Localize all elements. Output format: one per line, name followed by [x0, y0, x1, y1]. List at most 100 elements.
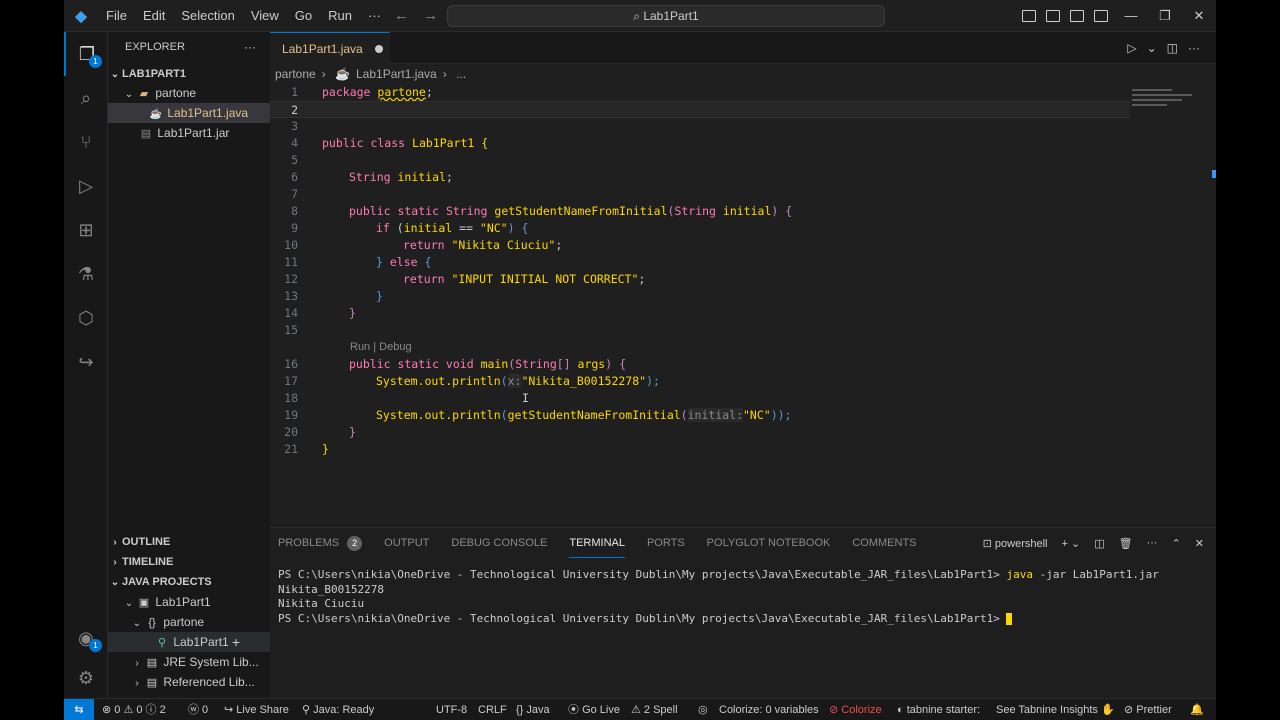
referenced-libraries[interactable]: › ▤ Referenced Lib...	[108, 672, 270, 692]
status-colorize[interactable]: ⊘ Colorize	[829, 699, 882, 720]
status-encoding[interactable]: UTF-8	[436, 699, 467, 720]
tab-terminal[interactable]: TERMINAL	[569, 528, 625, 558]
status-prettier[interactable]: ⊘ Prettier	[1124, 699, 1172, 720]
status-ports[interactable]: ⓦ 0	[188, 699, 208, 720]
tab-debug-console[interactable]: DEBUG CONSOLE	[451, 528, 547, 558]
kill-terminal-trash-icon[interactable]: 🗑	[1119, 537, 1133, 550]
maximize-panel-icon[interactable]: ⌃	[1172, 537, 1181, 550]
minimap[interactable]	[1132, 86, 1204, 114]
status-java[interactable]: ⚲ Java: Ready	[302, 699, 374, 720]
code-editor[interactable]: 1 package partone; 2 3 4 public class Lab1…	[270, 84, 1216, 524]
split-editor-icon[interactable]: ◫	[1167, 32, 1178, 64]
java-status-icon: ⚲	[302, 704, 314, 716]
settings-gear-icon[interactable]: ⚙	[64, 656, 108, 700]
code-token: (	[680, 408, 688, 422]
breadcrumb-folder[interactable]: partone	[275, 67, 316, 81]
menu-more[interactable]: ···	[360, 0, 389, 32]
terminal-output[interactable]: PS C:\Users\nikia\OneDrive - Technologic…	[278, 568, 1159, 626]
menu-run[interactable]: Run	[320, 0, 360, 32]
shell-label: powershell	[994, 537, 1048, 550]
source-control-icon[interactable]: ⑂	[64, 120, 108, 164]
menu-go[interactable]: Go	[287, 0, 320, 32]
outline-section[interactable]: › OUTLINE	[108, 532, 270, 552]
explorer-icon[interactable]: ❐ 1	[64, 32, 108, 76]
minimize-icon[interactable]: —	[1114, 0, 1148, 32]
colorize-label: Colorize	[841, 704, 882, 716]
codelens-run-debug[interactable]: Run | Debug	[350, 339, 412, 356]
accounts-icon[interactable]: ◉ 1	[64, 616, 108, 660]
status-tabnine[interactable]: ◐ tabnine starter:	[897, 699, 980, 720]
customize-layout-icon[interactable]	[1094, 10, 1108, 22]
run-icon[interactable]: ▷	[1127, 32, 1136, 64]
menu-file[interactable]: File	[98, 0, 135, 32]
menu-view[interactable]: View	[243, 0, 287, 32]
menu-edit[interactable]: Edit	[135, 0, 173, 32]
nav-arrows: ← →	[394, 0, 438, 32]
live-share-icon[interactable]: ↪	[64, 340, 108, 384]
jp-class[interactable]: ⚲ Lab1Part1 +	[108, 632, 270, 652]
remote-indicator-icon[interactable]: ⇆	[64, 699, 94, 720]
problems-badge: 2	[347, 535, 363, 551]
jp-project[interactable]: ⌄ ▣ Lab1Part1	[108, 592, 270, 612]
more-actions-icon[interactable]: ···	[1147, 537, 1158, 549]
more-actions-icon[interactable]: ···	[1188, 32, 1200, 64]
file-lab1part1-jar[interactable]: ▤ Lab1Part1.jar	[108, 123, 270, 143]
run-dropdown-chevron-icon[interactable]: ⌄	[1147, 32, 1157, 64]
forward-arrow-icon[interactable]: →	[423, 0, 438, 32]
status-eol[interactable]: CRLF	[478, 699, 507, 720]
status-liveshare[interactable]: ↪ Live Share	[224, 699, 289, 720]
toggle-secondary-sidebar-icon[interactable]	[1070, 10, 1084, 22]
line-number: 1	[291, 85, 298, 99]
code-token: getStudentNameFromInitial	[507, 408, 681, 422]
scrollbar-marker[interactable]	[1212, 170, 1216, 178]
status-colorize-palette[interactable]: ◎	[698, 699, 708, 720]
unsaved-dot-icon[interactable]	[374, 44, 383, 53]
status-colorize-vars[interactable]: Colorize: 0 variables	[719, 699, 819, 720]
extensions-icon[interactable]: ⊞	[64, 208, 108, 252]
code-token: return	[403, 272, 452, 286]
explorer-more-icon[interactable]: ···	[244, 40, 256, 54]
testing-icon[interactable]: ⚗	[64, 252, 108, 296]
split-terminal-icon[interactable]: ◫	[1094, 537, 1104, 550]
code-token: System.out.	[376, 408, 453, 422]
toggle-primary-sidebar-icon[interactable]	[1022, 10, 1036, 22]
tab-polyglot-notebook[interactable]: POLYGLOT NOTEBOOK	[707, 528, 831, 558]
maximize-icon[interactable]: ❐	[1148, 0, 1182, 32]
add-icon[interactable]: +	[232, 632, 240, 652]
status-tabnine-insights[interactable]: See Tabnine Insights ✋	[996, 699, 1115, 720]
run-debug-icon[interactable]: ▷	[64, 164, 108, 208]
notifications-bell-icon[interactable]: 🔔	[1190, 699, 1204, 720]
back-arrow-icon[interactable]: ←	[394, 0, 409, 32]
toggle-panel-icon[interactable]	[1046, 10, 1060, 22]
code-token: initial	[403, 221, 453, 235]
breadcrumb-file[interactable]: Lab1Part1.java	[356, 67, 437, 81]
status-golive[interactable]: ⦿ Go Live	[568, 699, 620, 720]
jp-package[interactable]: ⌄ {} partone	[108, 612, 270, 632]
tab-ports[interactable]: PORTS	[647, 528, 685, 558]
breadcrumb-more[interactable]: ...	[456, 67, 466, 81]
timeline-section[interactable]: › TIMELINE	[108, 552, 270, 572]
new-terminal-icon[interactable]: + ⌄	[1061, 537, 1080, 550]
jre-library[interactable]: › ▤ JRE System Lib...	[108, 652, 270, 672]
tab-lab1part1-java[interactable]: Lab1Part1.java	[270, 32, 390, 64]
code-line: 12 return "INPUT INITIAL NOT CORRECT";	[270, 271, 1130, 288]
menu-selection[interactable]: Selection	[173, 0, 242, 32]
file-lab1part1-java[interactable]: ☕ Lab1Part1.java	[108, 103, 270, 123]
terminal-shell-selector[interactable]: ⊡ powershell	[983, 537, 1048, 550]
search-view-icon[interactable]: ⌕	[64, 76, 108, 120]
tab-output[interactable]: OUTPUT	[384, 528, 429, 558]
status-language[interactable]: {} Java	[516, 699, 550, 720]
close-icon[interactable]: ✕	[1182, 0, 1216, 32]
remote-explorer-icon[interactable]: ⬡	[64, 296, 108, 340]
command-center-search[interactable]: ⌕ Lab1Part1	[447, 5, 885, 27]
folder-partone[interactable]: ⌄ ▰ partone	[108, 83, 270, 103]
status-problems[interactable]: ⊗ 0 ⚠ 0 ⓘ 2	[102, 699, 166, 720]
code-token: initial	[397, 170, 446, 184]
status-spell[interactable]: ⚠ 2 Spell	[631, 699, 678, 720]
code-token: public static	[349, 204, 446, 218]
tab-comments[interactable]: COMMENTS	[852, 528, 916, 558]
tab-problems[interactable]: PROBLEMS 2	[278, 528, 363, 558]
project-folder[interactable]: ⌄ LAB1PART1	[108, 64, 270, 84]
close-panel-icon[interactable]: ✕	[1195, 537, 1204, 550]
java-projects-section[interactable]: ⌄ JAVA PROJECTS	[108, 572, 270, 592]
